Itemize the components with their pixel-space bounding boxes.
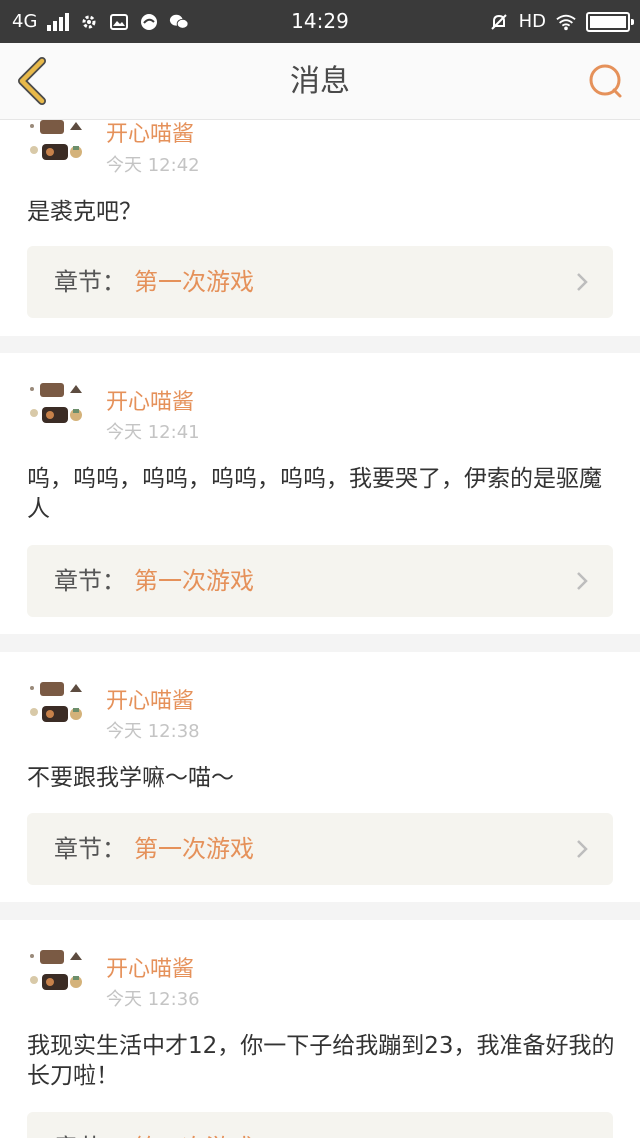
battery-icon — [586, 11, 634, 32]
chapter-name: 第一次游戏 — [134, 835, 254, 863]
chapter-label: 章节： — [54, 1112, 126, 1138]
message-card: 开心喵酱 今天 12:38 不要跟我学嘛～喵～ 章节： 第一次游戏 — [0, 652, 640, 902]
status-right: HD — [489, 0, 634, 43]
chapter-name: 第一次游戏 — [134, 268, 254, 296]
chapter-link[interactable]: 章节： 第一次游戏 — [27, 1112, 613, 1138]
avatar[interactable] — [26, 120, 88, 168]
chapter-name: 第一次游戏 — [134, 567, 254, 595]
chapter-link[interactable]: 章节： 第一次游戏 — [27, 813, 613, 885]
chevron-right-icon — [577, 273, 588, 291]
sender-name[interactable]: 开心喵酱 — [106, 683, 194, 715]
message-card: 开心喵酱 今天 12:36 我现实生活中才12，你一下子给我蹦到23，我准备好我… — [0, 920, 640, 1138]
chapter-link[interactable]: 章节： 第一次游戏 — [27, 246, 613, 318]
chevron-right-icon — [577, 840, 588, 858]
wifi-icon — [556, 13, 576, 31]
hd-indicator: HD — [518, 11, 546, 32]
message-text: 不要跟我学嘛～喵～ — [27, 765, 234, 791]
chapter-link[interactable]: 章节： 第一次游戏 — [27, 545, 613, 617]
chapter-label: 章节： — [54, 268, 126, 296]
avatar[interactable] — [26, 379, 88, 431]
message-time: 今天 12:36 — [106, 989, 200, 1010]
search-icon — [589, 64, 622, 98]
search-button[interactable] — [586, 61, 626, 101]
status-bar: 4G 14:29 HD — [0, 0, 640, 43]
chapter-name: 第一次游戏 — [134, 1112, 254, 1138]
message-text: 是裘克吧？ — [27, 199, 142, 225]
page-title: 消息 — [290, 64, 350, 99]
avatar[interactable] — [26, 946, 88, 998]
sender-name[interactable]: 开心喵酱 — [106, 120, 194, 148]
message-time: 今天 12:41 — [106, 422, 200, 443]
mute-icon — [489, 13, 509, 31]
sender-name[interactable]: 开心喵酱 — [106, 384, 194, 416]
message-text: 呜，呜呜，呜呜，呜呜，呜呜，我要哭了，伊索的是驱魔人 — [27, 466, 602, 522]
chevron-right-icon — [577, 572, 588, 590]
message-time: 今天 12:42 — [106, 155, 200, 176]
message-card: 开心喵酱 今天 12:41 呜，呜呜，呜呜，呜呜，呜呜，我要哭了，伊索的是驱魔人… — [0, 353, 640, 634]
avatar[interactable] — [26, 678, 88, 730]
message-list[interactable]: 开心喵酱 今天 12:42 是裘克吧？ 章节： 第一次游戏 开心喵酱 今天 12… — [0, 120, 640, 1138]
chapter-label: 章节： — [54, 835, 126, 863]
message-card: 开心喵酱 今天 12:42 是裘克吧？ 章节： 第一次游戏 — [0, 120, 640, 336]
message-time: 今天 12:38 — [106, 721, 200, 742]
navigation-bar: 消息 — [0, 43, 640, 120]
sender-name[interactable]: 开心喵酱 — [106, 951, 194, 983]
message-text: 我现实生活中才12，你一下子给我蹦到23，我准备好我的长刀啦！ — [27, 1033, 615, 1089]
chapter-label: 章节： — [54, 567, 126, 595]
